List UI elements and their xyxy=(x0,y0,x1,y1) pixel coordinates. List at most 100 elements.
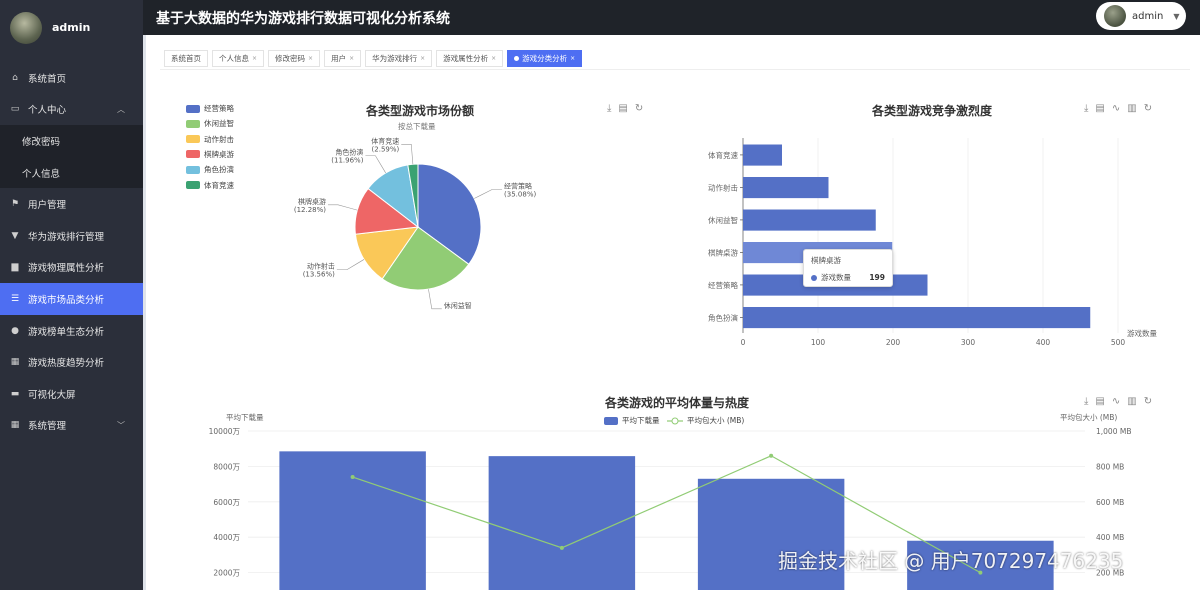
close-icon[interactable]: × xyxy=(570,55,575,62)
bar-switch-icon[interactable]: ▥ xyxy=(1127,103,1136,114)
legend-label: 棋牌桌游 xyxy=(204,149,234,159)
pie-label-line xyxy=(401,143,414,165)
x-tick-label: 500 xyxy=(1111,338,1126,347)
bar xyxy=(279,451,426,590)
tab-label: 华为游戏排行 xyxy=(372,54,418,63)
user-menu-button[interactable]: admin ▼ xyxy=(1096,2,1186,30)
sidebar-item-system[interactable]: ▦ 系统管理 ﹀ xyxy=(0,410,143,442)
app-title: 基于大数据的华为游戏排行数据可视化分析系统 xyxy=(156,11,450,27)
chart-tooltip: 棋牌桌游 游戏数量 199 xyxy=(803,249,893,287)
download-icon[interactable]: ⤓ xyxy=(607,103,611,114)
tab-label: 用户 xyxy=(331,54,347,63)
home-icon: ⌂ xyxy=(12,72,18,83)
data-view-icon[interactable]: ▤ xyxy=(618,103,627,114)
person-icon: ● xyxy=(11,325,19,336)
pie-label-line xyxy=(328,204,358,211)
tab-home[interactable]: 系统首页 xyxy=(164,50,208,67)
tab-label: 个人信息 xyxy=(219,54,249,63)
pie-label-name: 动作射击 xyxy=(307,262,335,271)
hbar-toolbox: ⤓ ▤ ∿ ▥ ↻ xyxy=(1084,103,1152,114)
y-left-tick-label: 2000万 xyxy=(213,569,240,578)
close-icon[interactable]: × xyxy=(420,55,425,62)
hbar-chart-title: 各类型游戏竞争激烈度 xyxy=(872,104,993,118)
y-left-tick-label: 10000万 xyxy=(209,427,241,436)
user-center-icon: ▭ xyxy=(10,104,20,115)
tooltip-title: 棋牌桌游 xyxy=(811,256,841,265)
pie-label-percent: (35.08%) xyxy=(504,191,536,199)
pie-chart-title: 各类型游戏市场份额 xyxy=(366,104,475,118)
x-tick-label: 100 xyxy=(811,338,826,347)
pie-legend-item[interactable]: 棋牌桌游 xyxy=(186,149,234,160)
pie-legend-item[interactable]: 角色扮演 xyxy=(186,164,234,175)
close-icon[interactable]: × xyxy=(308,55,313,62)
tab-attr-analysis[interactable]: 游戏属性分析 × xyxy=(436,50,504,67)
tab-password[interactable]: 修改密码 × xyxy=(268,50,321,67)
y-right-tick-label: 600 MB xyxy=(1096,498,1124,507)
sidebar-item-profile[interactable]: 个人信息 xyxy=(0,156,143,189)
tab-label: 系统首页 xyxy=(171,54,201,63)
sidebar-item-label: 游戏市场品类分析 xyxy=(28,294,105,306)
y-right-tick-label: 800 MB xyxy=(1096,462,1124,471)
tab-label: 游戏属性分析 xyxy=(443,54,489,63)
sidebar-item-market-analysis[interactable]: ☰ 游戏市场品类分析 xyxy=(0,283,143,315)
bar xyxy=(743,209,876,231)
legend-swatch xyxy=(186,165,200,174)
grid-icon: ▦ xyxy=(10,420,20,431)
line-switch-icon[interactable]: ∿ xyxy=(1112,103,1120,114)
tab-category-analysis[interactable]: 游戏分类分析 × xyxy=(507,50,583,67)
tab-users[interactable]: 用户 × xyxy=(324,50,362,67)
top-bar: 基于大数据的华为游戏排行数据可视化分析系统 admin ▼ xyxy=(0,0,1200,35)
x-tick-label: 300 xyxy=(961,338,976,347)
close-icon[interactable]: × xyxy=(491,55,496,62)
sidebar-item-rank-manage[interactable]: ▼ 华为游戏排行管理 xyxy=(0,220,143,252)
sidebar: admin ⌂ 系统首页 ▭ 个人中心 ︿ 修改密码 个人信息 ⚑ 用户管理 ▼ 华为游戏… xyxy=(0,0,143,590)
sidebar-item-trend-analysis[interactable]: ▦ 游戏热度趋势分析 xyxy=(0,346,143,378)
pie-label-line xyxy=(474,189,503,199)
pie-legend-item[interactable]: 体育竞速 xyxy=(186,180,234,191)
sidebar-menu: ⌂ 系统首页 ▭ 个人中心 ︿ 修改密码 个人信息 ⚑ 用户管理 ▼ 华为游戏排行管理 ▆… xyxy=(0,62,143,441)
close-icon[interactable]: × xyxy=(349,55,354,62)
sidebar-item-home[interactable]: ⌂ 系统首页 xyxy=(0,62,143,94)
sidebar-item-users[interactable]: ⚑ 用户管理 xyxy=(0,188,143,220)
pie-label-name: 体育竞速 xyxy=(371,136,399,145)
legend-swatch xyxy=(186,181,200,189)
y-left-tick-label: 8000万 xyxy=(213,462,240,471)
tab-profile[interactable]: 个人信息 × xyxy=(212,50,265,67)
list-icon: ☰ xyxy=(10,293,20,304)
pie-label-line xyxy=(428,289,442,310)
sidebar-item-big-screen[interactable]: ▬ 可视化大屏 xyxy=(0,378,143,410)
sidebar-item-label: 游戏热度趋势分析 xyxy=(28,358,105,370)
sidebar-item-ecology-analysis[interactable]: ● 游戏榜单生态分析 xyxy=(0,315,143,347)
sidebar-item-label: 游戏榜单生态分析 xyxy=(28,326,105,338)
pie-legend-item[interactable]: 经营策略 xyxy=(186,103,234,114)
sidebar-item-physical-analysis[interactable]: ▆ 游戏物理属性分析 xyxy=(0,252,143,284)
x-tick-label: 400 xyxy=(1036,338,1051,347)
sidebar-item-user-center[interactable]: ▭ 个人中心 ︿ xyxy=(0,94,143,126)
download-icon[interactable]: ⤓ xyxy=(1084,103,1088,114)
bar xyxy=(743,307,1091,329)
y-right-axis-label: 平均包大小 (MB) xyxy=(1060,412,1117,422)
y-left-tick-label: 6000万 xyxy=(213,498,240,507)
sidebar-item-label: 华为游戏排行管理 xyxy=(28,231,105,243)
pie-legend-item[interactable]: 休闲益智 xyxy=(186,118,234,129)
active-dot xyxy=(514,56,520,61)
tooltip-row: 游戏数量 199 xyxy=(811,272,885,283)
watermark: 掘金技术社区 @ 用户707297476235 xyxy=(778,549,1124,573)
tab-rank[interactable]: 华为游戏排行 × xyxy=(365,50,433,67)
sidebar-item-change-password[interactable]: 修改密码 xyxy=(0,125,143,157)
refresh-icon[interactable]: ↻ xyxy=(635,103,643,114)
close-icon[interactable]: × xyxy=(252,55,257,62)
line-point xyxy=(350,475,355,480)
chevron-up-icon: ︿ xyxy=(117,104,125,114)
refresh-icon[interactable]: ↻ xyxy=(1144,103,1152,114)
y-right-tick-label: 400 MB xyxy=(1096,533,1124,542)
sidebar-header: admin xyxy=(0,0,143,55)
data-view-icon[interactable]: ▤ xyxy=(1095,103,1104,114)
pie-label-name: 休闲益智 xyxy=(444,301,472,310)
pie-legend-item[interactable]: 动作射击 xyxy=(186,134,234,145)
y-tick-label: 动作射击 xyxy=(708,182,738,192)
tooltip-marker xyxy=(811,274,817,281)
tab-label: 修改密码 xyxy=(275,54,306,63)
chevron-down-icon: ▼ xyxy=(1173,11,1180,21)
pie-label-percent: (13.56%) xyxy=(303,271,335,279)
